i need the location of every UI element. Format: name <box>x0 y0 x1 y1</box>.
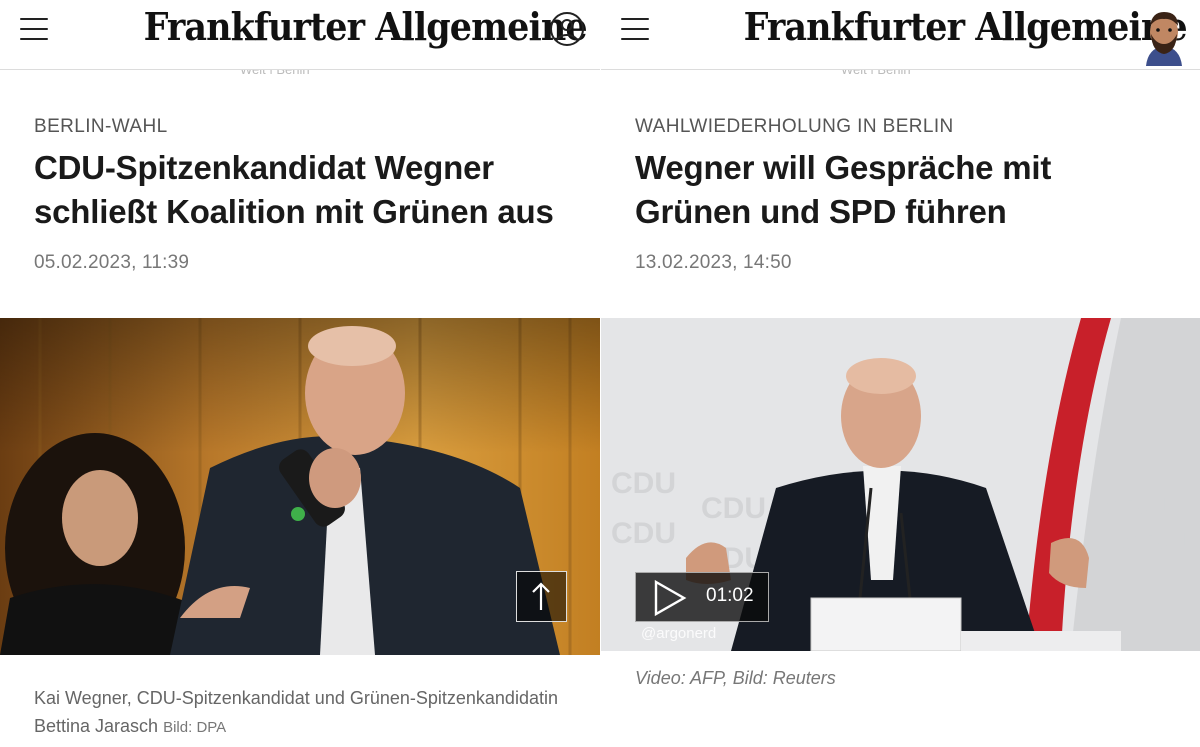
play-icon <box>654 579 687 617</box>
article-photo <box>0 318 600 655</box>
site-logo[interactable]: Frankfurter Allgemeine <box>144 4 588 49</box>
video-thumbnail[interactable]: CDU CDU CDU CDU CDU CDU 01:02 @argonerd <box>601 318 1200 651</box>
photo-caption: Kai Wegner, CDU-Spitzenkandidat und Grün… <box>34 684 574 742</box>
site-logo[interactable]: Frankfurter Allgemeine <box>744 4 1188 49</box>
menu-icon[interactable] <box>621 18 649 40</box>
caption-text: Kai Wegner, CDU-Spitzenkandidat und Grün… <box>34 688 558 736</box>
right-article-panel: Frankfurter Allgemeine Welt | Berlin WAH… <box>601 0 1200 747</box>
arrow-up-icon <box>532 582 550 610</box>
video-caption: Video: AFP, Bild: Reuters <box>635 668 836 688</box>
video-play-button[interactable]: 01:02 <box>635 572 769 622</box>
site-header: Frankfurter Allgemeine <box>601 0 1200 70</box>
scroll-to-top-button[interactable] <box>516 571 567 622</box>
backdrop-text: CDU <box>701 492 766 525</box>
article-kicker: WAHLWIEDERHOLUNG IN BERLIN <box>635 116 954 137</box>
left-article-panel: Frankfurter Allgemeine Welt | Berlin BER… <box>0 0 600 747</box>
menu-icon[interactable] <box>20 18 48 40</box>
backdrop-text: CDU <box>611 467 676 500</box>
photo-credit: Bild: DPA <box>163 719 227 736</box>
article-date: 13.02.2023, 14:50 <box>635 252 792 273</box>
article-date: 05.02.2023, 11:39 <box>34 252 190 273</box>
article-kicker: BERLIN-WAHL <box>34 116 168 137</box>
backdrop-text: CDU <box>1101 492 1166 525</box>
user-account-icon[interactable] <box>550 12 584 46</box>
backdrop-text: CDU <box>611 517 676 550</box>
watermark: @argonerd <box>641 625 717 642</box>
video-duration: 01:02 <box>706 585 754 606</box>
site-header: Frankfurter Allgemeine <box>0 0 600 70</box>
article-headline: Wegner will Gespräche mit Grünen und SPD… <box>635 149 1052 230</box>
user-avatar[interactable] <box>1142 8 1186 66</box>
article-headline: CDU-Spitzenkandidat Wegner schließt Koal… <box>34 149 554 230</box>
backdrop-text: CDU <box>1121 527 1186 560</box>
